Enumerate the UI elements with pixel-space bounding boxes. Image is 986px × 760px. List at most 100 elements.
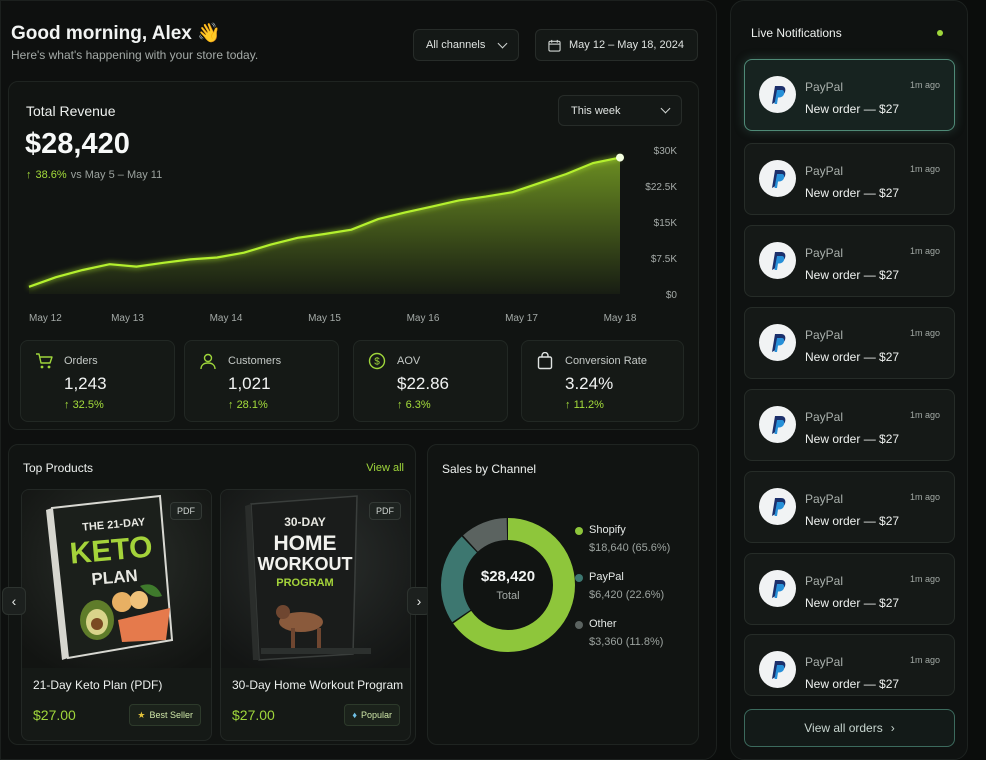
stat-label: AOV xyxy=(397,355,421,367)
y-tick-label: $15K xyxy=(654,218,678,229)
stat-value: 1,021 xyxy=(228,374,271,393)
live-status-dot xyxy=(937,30,943,36)
notification-item[interactable]: PayPal New order — $27 1m ago xyxy=(744,307,955,379)
live-notifications-panel: Live Notifications PayPal New order — $27… xyxy=(730,0,968,760)
notification-time: 1m ago xyxy=(909,655,940,665)
donut-total-label: Total xyxy=(496,590,519,602)
paypal-icon xyxy=(759,242,796,279)
paypal-icon xyxy=(759,406,796,443)
sales-by-channel-card: Sales by Channel $28,420 Total Shopify $… xyxy=(427,444,699,745)
legend-other: Other $3,360 (11.8%) xyxy=(575,618,663,648)
notification-source: PayPal xyxy=(805,80,844,94)
greeting-subtitle: Here's what's happening with your store … xyxy=(11,48,259,62)
stat-change: ↑ 11.2% xyxy=(565,399,604,411)
channel-filter-dropdown[interactable]: All channels xyxy=(413,29,519,61)
svg-text:PLAN: PLAN xyxy=(91,566,139,589)
x-tick-label: May 18 xyxy=(604,313,637,324)
channel-filter-label: All channels xyxy=(426,39,486,51)
revenue-endpoint xyxy=(616,153,624,162)
notification-item[interactable]: PayPal New order — $27 1m ago xyxy=(744,225,955,297)
notification-source: PayPal xyxy=(805,410,844,424)
notification-item[interactable]: PayPal New order — $27 1m ago xyxy=(744,471,955,543)
bag-icon xyxy=(537,352,553,370)
top-products-title: Top Products xyxy=(23,461,94,475)
stat-card-customers: Customers 1,021 ↑ 28.1% xyxy=(184,340,339,422)
notification-time: 1m ago xyxy=(909,574,940,584)
svg-text:30-DAY: 30-DAY xyxy=(284,515,326,529)
notification-item[interactable]: PayPal New order — $27 1m ago xyxy=(744,389,955,461)
revenue-chart: $30K $22.5K $15K $7.5K $0 May 12 May 13 May 14 M… xyxy=(28,146,678,324)
y-tick-label: $30K xyxy=(654,146,678,157)
top-products-card: Top Products View all THE 21-DAY KETO PL… xyxy=(2,444,431,745)
notification-message: New order — $27 xyxy=(805,102,900,116)
product-card-workout[interactable]: 30-DAY HOME WORKOUT PROGRAM PDF 30-Day H… xyxy=(220,489,411,741)
notification-message: New order — $27 xyxy=(805,350,900,364)
svg-text:WORKOUT: WORKOUT xyxy=(258,554,353,574)
user-icon xyxy=(200,353,216,370)
notification-source: PayPal xyxy=(805,164,844,178)
paypal-icon xyxy=(759,651,796,688)
product-price: $27.00 xyxy=(232,707,275,723)
popular-badge: ♦ Popular xyxy=(344,704,400,726)
notification-source: PayPal xyxy=(805,655,844,669)
legend-shopify: Shopify $18,640 (65.6%) xyxy=(575,524,670,554)
stat-label: Orders xyxy=(64,355,98,367)
legend-paypal: PayPal $6,420 (22.6%) xyxy=(575,571,664,601)
sales-by-channel-title: Sales by Channel xyxy=(442,462,537,476)
paypal-icon xyxy=(759,76,796,113)
star-icon: ★ xyxy=(137,709,146,720)
paypal-icon xyxy=(759,488,796,525)
notification-item[interactable]: PayPal New order — $27 1m ago xyxy=(744,553,955,625)
paypal-icon xyxy=(759,324,796,361)
cart-icon xyxy=(36,353,53,369)
main-panel: Good morning, Alex 👋 Here's what's happe… xyxy=(0,0,717,760)
notification-time: 1m ago xyxy=(909,410,940,420)
notification-item[interactable]: PayPal New order — $27 1m ago xyxy=(744,634,955,696)
svg-text:PROGRAM: PROGRAM xyxy=(276,577,333,589)
paypal-icon xyxy=(759,160,796,197)
notification-time: 1m ago xyxy=(909,80,940,90)
notification-message: New order — $27 xyxy=(805,432,900,446)
notification-item[interactable]: PayPal New order — $27 1m ago xyxy=(744,59,955,131)
product-card-keto[interactable]: THE 21-DAY KETO PLAN PDF 21-Day Keto Pla… xyxy=(21,489,212,741)
date-range-picker[interactable]: May 12 – May 18, 2024 xyxy=(535,29,698,61)
stat-change: ↑ 32.5% xyxy=(64,399,104,411)
legend-dot xyxy=(575,574,583,582)
notification-time: 1m ago xyxy=(909,164,940,174)
revenue-card: Total Revenue $28,420 ↑ 38.6% vs May 5 –… xyxy=(8,81,699,430)
stat-value: $22.86 xyxy=(397,374,449,393)
notification-time: 1m ago xyxy=(909,492,940,502)
y-tick-label: $22.5K xyxy=(645,182,677,193)
stat-card-orders: Orders 1,243 ↑ 32.5% xyxy=(20,340,175,422)
notification-source: PayPal xyxy=(805,574,844,588)
view-all-products-link[interactable]: View all xyxy=(366,462,404,474)
notification-time: 1m ago xyxy=(909,328,940,338)
x-tick-label: May 13 xyxy=(111,313,144,324)
revenue-area xyxy=(29,157,620,294)
y-tick-label: $0 xyxy=(666,290,678,301)
x-tick-label: May 14 xyxy=(210,313,243,324)
x-tick-label: May 16 xyxy=(407,313,440,324)
stat-card-aov: $ AOV $22.86 ↑ 6.3% xyxy=(353,340,508,422)
stat-change: ↑ 28.1% xyxy=(228,399,268,411)
chevron-right-icon: › xyxy=(890,721,895,735)
pdf-badge: PDF xyxy=(369,502,401,520)
flame-icon: ♦ xyxy=(352,710,357,720)
stat-label: Conversion Rate xyxy=(565,355,647,367)
paypal-icon xyxy=(759,570,796,607)
x-tick-label: May 17 xyxy=(505,313,538,324)
date-range-label: May 12 – May 18, 2024 xyxy=(569,39,684,51)
notification-item[interactable]: PayPal New order — $27 1m ago xyxy=(744,143,955,215)
x-tick-label: May 15 xyxy=(308,313,341,324)
channel-donut-chart: $28,420 Total xyxy=(441,518,575,652)
notification-message: New order — $27 xyxy=(805,596,900,610)
stat-label: Customers xyxy=(228,355,282,367)
carousel-prev-button[interactable]: ‹ xyxy=(2,587,26,615)
product-name: 30-Day Home Workout Program xyxy=(232,678,404,692)
product-name: 21-Day Keto Plan (PDF) xyxy=(33,678,163,692)
pdf-badge: PDF xyxy=(170,502,202,520)
view-all-orders-button[interactable]: View all orders › xyxy=(744,709,955,747)
notification-message: New order — $27 xyxy=(805,514,900,528)
notification-source: PayPal xyxy=(805,246,844,260)
stat-change: ↑ 6.3% xyxy=(397,399,431,411)
